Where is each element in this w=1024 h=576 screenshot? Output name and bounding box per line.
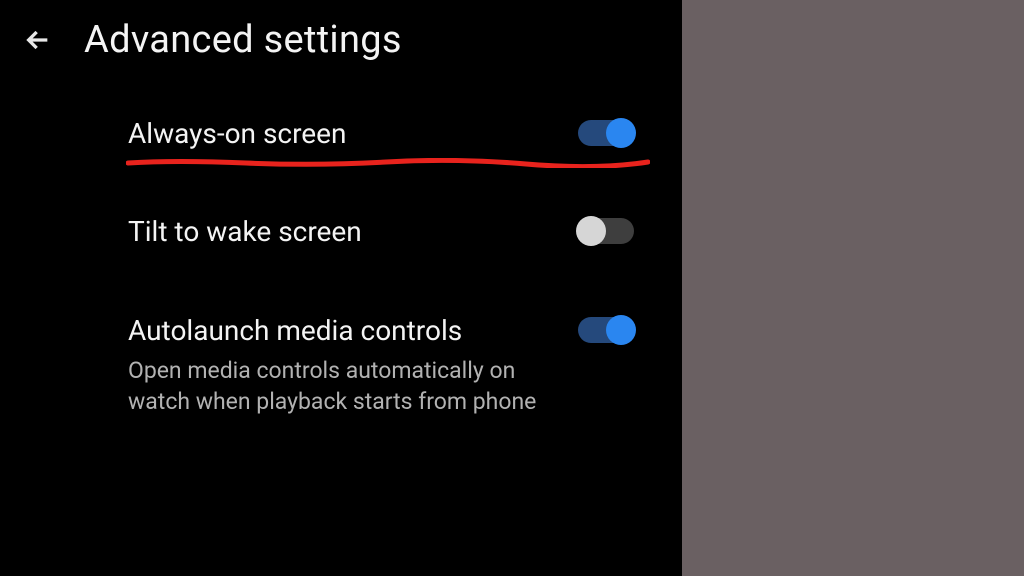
setting-always-on-screen[interactable]: Always-on screen xyxy=(128,116,634,152)
setting-title: Always-on screen xyxy=(128,116,538,152)
setting-autolaunch-media[interactable]: Autolaunch media controls Open media con… xyxy=(128,313,634,417)
back-arrow-icon xyxy=(22,24,54,56)
side-strip xyxy=(682,0,1024,576)
setting-text: Tilt to wake screen xyxy=(128,214,578,250)
settings-panel: Advanced settings Always-on screen Tilt … xyxy=(0,0,682,576)
settings-list: Always-on screen Tilt to wake screen Aut… xyxy=(0,76,682,479)
setting-text: Always-on screen xyxy=(128,116,578,152)
toggle-autolaunch-media[interactable] xyxy=(578,317,634,343)
setting-description: Open media controls automatically on wat… xyxy=(128,355,538,417)
setting-title: Tilt to wake screen xyxy=(128,214,538,250)
toggle-always-on-screen[interactable] xyxy=(578,120,634,146)
header: Advanced settings xyxy=(0,0,682,76)
setting-text: Autolaunch media controls Open media con… xyxy=(128,313,578,417)
toggle-knob xyxy=(576,216,606,246)
page-title: Advanced settings xyxy=(84,18,402,62)
annotation-underline xyxy=(126,158,650,168)
toggle-knob xyxy=(606,118,636,148)
back-button[interactable] xyxy=(20,22,56,58)
setting-tilt-to-wake[interactable]: Tilt to wake screen xyxy=(128,214,634,250)
toggle-knob xyxy=(606,315,636,345)
toggle-tilt-to-wake[interactable] xyxy=(578,218,634,244)
setting-title: Autolaunch media controls xyxy=(128,313,538,349)
